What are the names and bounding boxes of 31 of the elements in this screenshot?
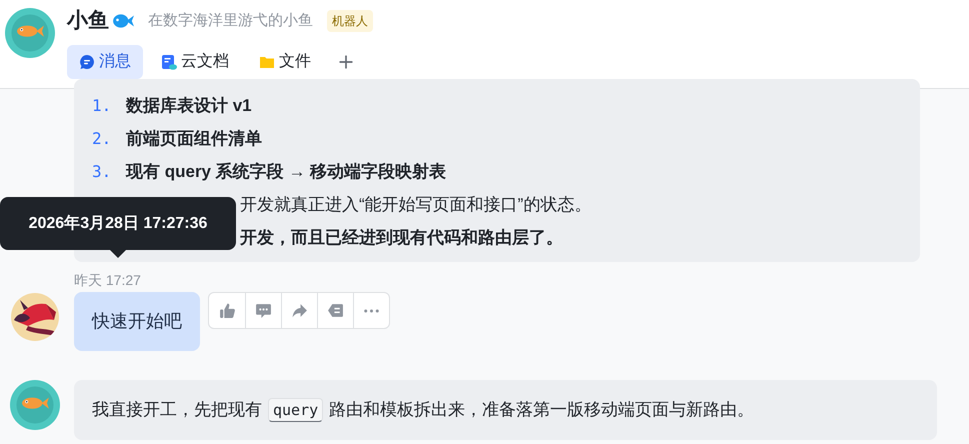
tab[interactable]: 消息 [67,45,143,79]
list-number: 2. [92,128,112,150]
list-number: 1. [92,95,112,117]
tooltip-arrow-icon [110,250,126,258]
message-text: 路由和模板拆出来，准备落第一版移动端页面与新路由。 [329,399,754,422]
bot-badge: 机器人 [327,10,373,32]
inline-code: query [268,398,324,422]
message-text: 开发就真正进入“能开始写页面和接口”的状态。 [240,195,592,214]
message-text: 我直接开工，先把现有 [92,399,262,422]
user-message-bubble: 快速开始吧 [74,292,200,351]
contact-signature: 在数字海洋里游弋的小鱼 [148,10,313,31]
list-item-text: 数据库表设计 v1 [126,95,252,117]
tab[interactable]: 云文档 [149,45,241,79]
tag-icon [327,302,344,319]
fish-avatar-icon [10,380,60,430]
forward-icon [291,302,308,319]
message-text: 开发，而且已经进到现有代码和路由层了。 [240,228,563,247]
list-number: 3. [92,161,112,183]
message-time: 昨天 17:27 [74,271,141,290]
chat-bubble-icon [79,54,95,70]
more-icon [364,308,379,312]
list-item-text: 现有 query 系统字段 → 移动端字段映射表 [126,161,446,183]
fish-icon [112,12,134,30]
folder-icon [259,54,275,70]
document-icon [161,54,177,70]
thumbs-up-icon [218,302,236,319]
comment-icon [255,302,272,319]
fish-avatar-icon [5,8,55,58]
contact-name: 小鱼 [67,8,109,34]
tab[interactable]: 文件 [247,45,323,79]
list-item-text: 前端页面组件清单 [126,128,262,150]
